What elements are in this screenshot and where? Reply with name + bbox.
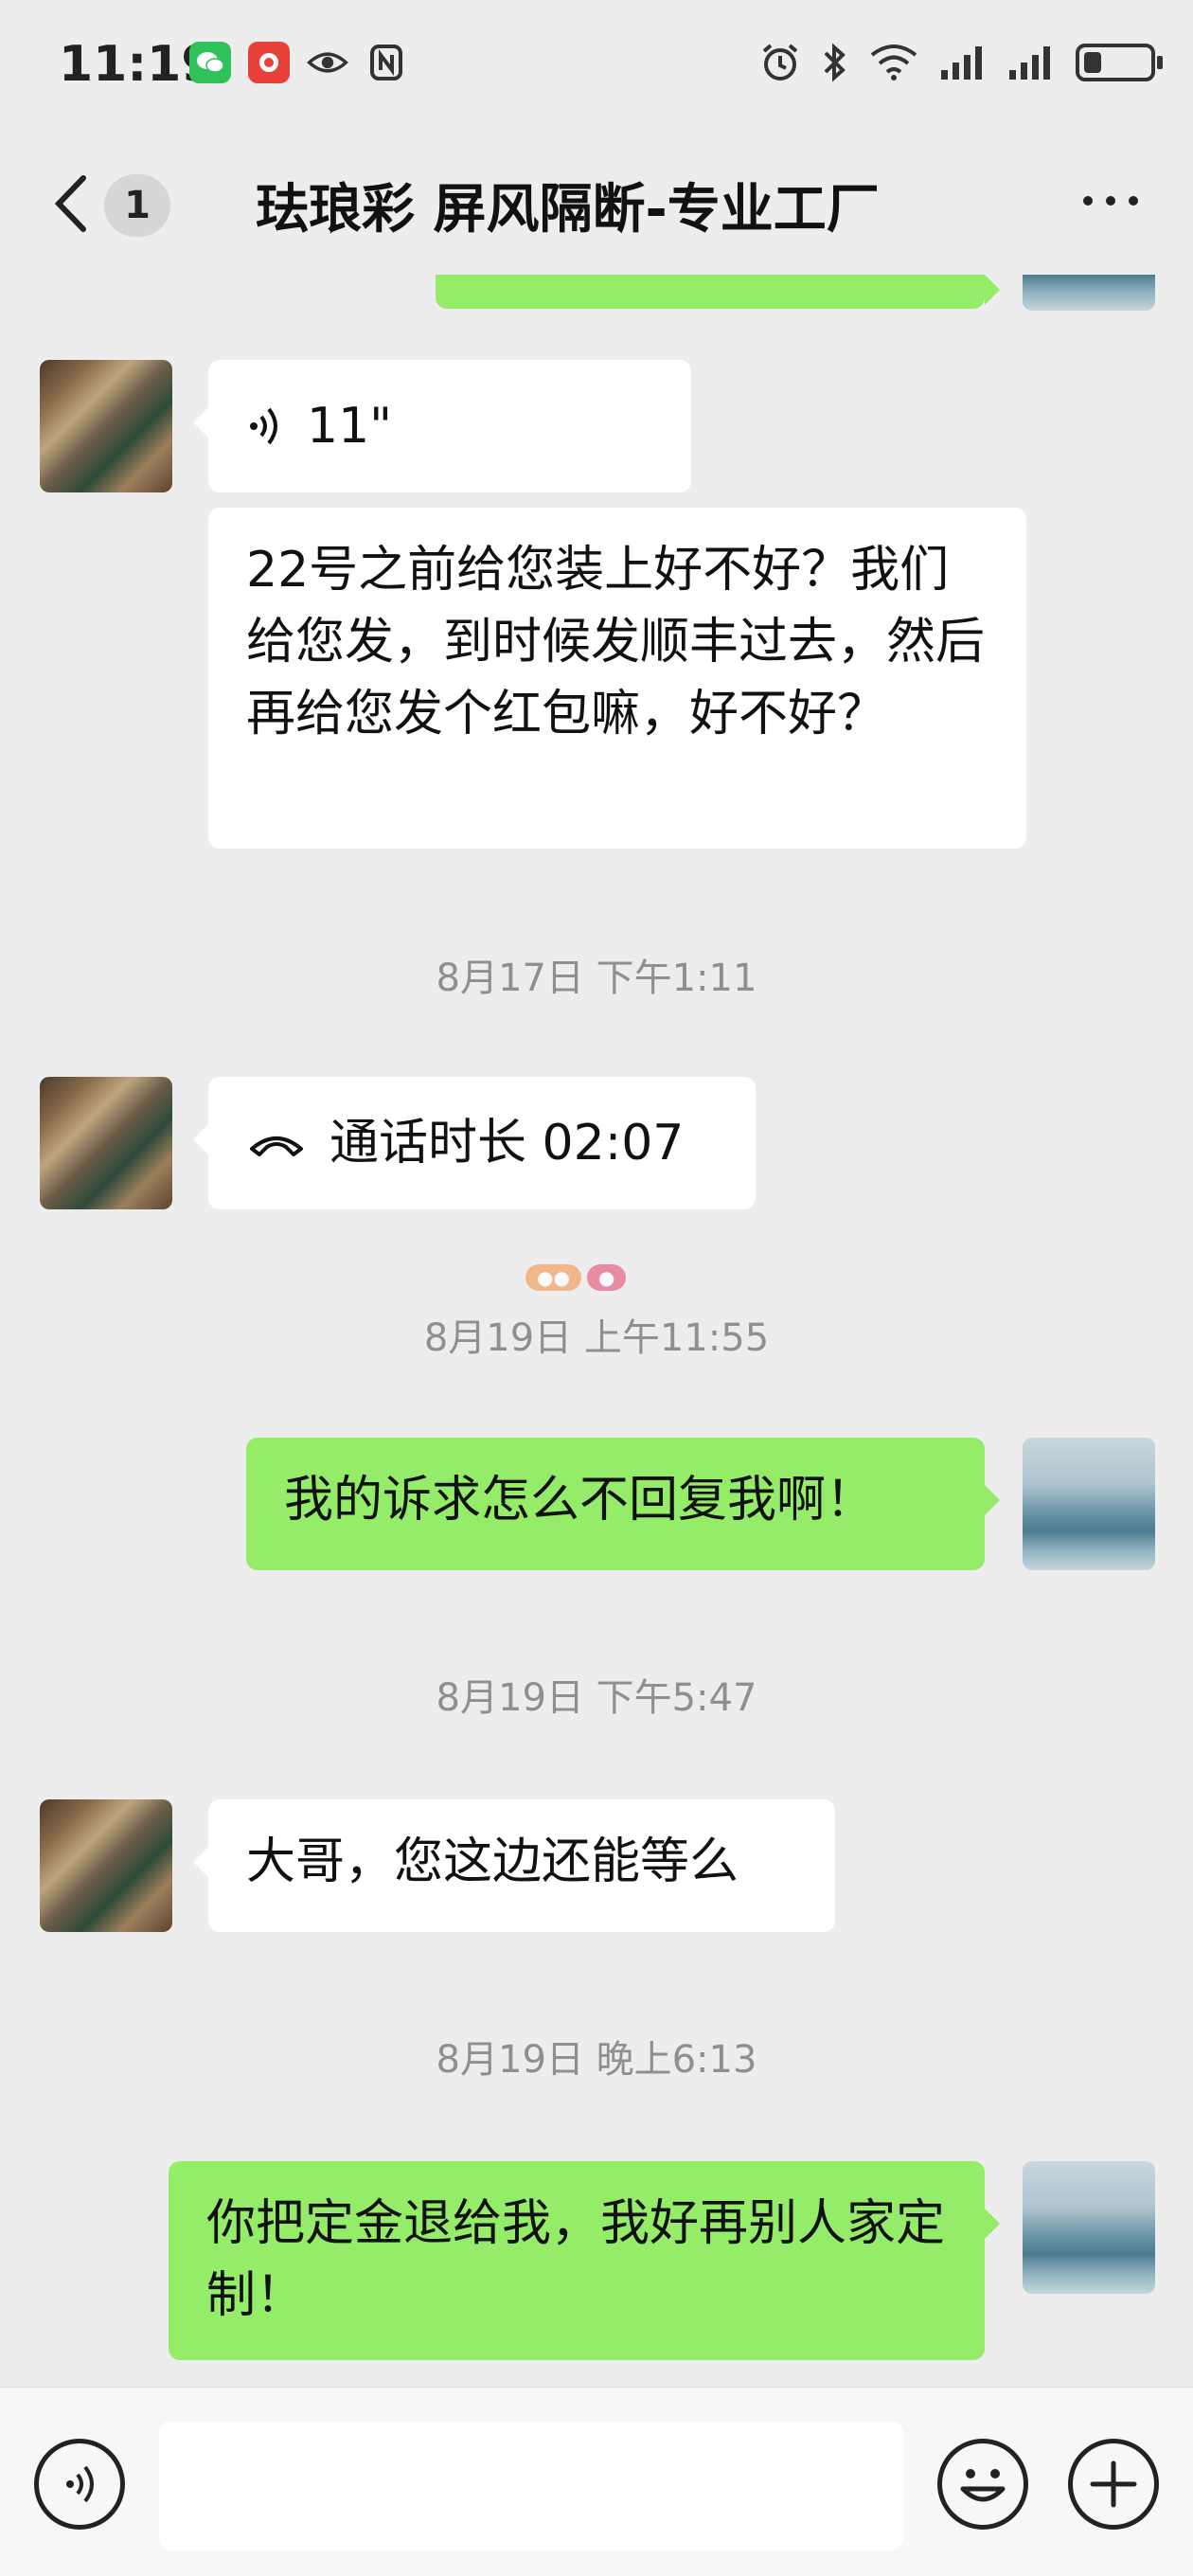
- plus-icon: [1090, 2460, 1137, 2508]
- status-icons-right: [759, 42, 1163, 83]
- message-bubble-incoming[interactable]: 22号之前给您装上好不好？我们给您发，到时候发顺丰过去，然后再给您发个红包嘛，好…: [208, 508, 1026, 849]
- wifi-icon: [870, 45, 917, 80]
- nfc-icon: [365, 42, 407, 83]
- message-text: 大哥，您这边还能等么: [246, 1834, 739, 1890]
- avatar[interactable]: [1023, 2161, 1155, 2294]
- message-input[interactable]: [159, 2422, 903, 2550]
- watermark: ●● ●: [525, 1264, 627, 1291]
- avatar[interactable]: [1023, 1438, 1155, 1570]
- battery-icon: [1076, 44, 1163, 81]
- dot-icon: [1083, 196, 1093, 206]
- more-functions-button[interactable]: [1068, 2439, 1159, 2530]
- timestamp: 8月17日 下午1:11: [436, 957, 757, 1000]
- more-options-button[interactable]: [1083, 182, 1149, 220]
- voice-message-bubble[interactable]: 11": [193, 360, 691, 492]
- chat-header: 1 珐琅彩 屏风隔断-专业工厂: [0, 133, 1193, 275]
- message-bubble-outgoing[interactable]: [436, 275, 1000, 309]
- eye-icon: [307, 42, 348, 83]
- unread-count-badge[interactable]: 1: [104, 174, 170, 237]
- timestamp: 8月19日 下午5:47: [436, 1676, 757, 1720]
- voice-duration: 11": [307, 398, 393, 455]
- bluetooth-icon: [824, 43, 846, 82]
- status-icons-left: [189, 42, 407, 83]
- timestamp: 8月19日 晚上6:13: [436, 2038, 757, 2082]
- voice-wave-icon: [250, 407, 277, 445]
- watermark-logo: ●●: [525, 1264, 581, 1291]
- avatar[interactable]: [40, 1799, 172, 1932]
- chat-message-list[interactable]: 11" 22号之前给您装上好不好？我们给您发，到时候发顺丰过去，然后再给您发个红…: [0, 275, 1193, 2387]
- watermark-logo: ●: [586, 1264, 627, 1291]
- voice-input-button[interactable]: [34, 2439, 125, 2530]
- avatar[interactable]: [1023, 275, 1155, 311]
- signal-icon: [941, 46, 982, 80]
- chevron-left-icon: [54, 175, 86, 232]
- smiley-icon: [960, 2469, 1006, 2502]
- message-bubble-outgoing[interactable]: 你把定金退给我，我好再别人家定制！: [169, 2161, 1000, 2360]
- chat-title: 珐琅彩 屏风隔断-专业工厂: [256, 179, 880, 241]
- timestamp: 8月19日 上午11:55: [423, 1316, 770, 1360]
- input-bar: [0, 2387, 1193, 2576]
- message-bubble-incoming[interactable]: 大哥，您这边还能等么: [193, 1799, 835, 1932]
- message-text: 你把定金退给我，我好再别人家定制！: [206, 2195, 946, 2324]
- message-text: 我的诉求怎么不回复我啊！: [284, 1472, 876, 1529]
- call-duration-text: 通话时长 02:07: [329, 1115, 685, 1172]
- phone-hangup-icon: [250, 1136, 303, 1156]
- message-text: 22号之前给您装上好不好？我们给您发，到时候发顺丰过去，然后再给您发个红包嘛，好…: [246, 542, 986, 742]
- back-button[interactable]: [45, 170, 102, 237]
- alarm-icon: [762, 44, 798, 80]
- message-bubble-outgoing[interactable]: 我的诉求怎么不回复我啊！: [246, 1438, 1000, 1570]
- status-bar: 11:19: [0, 0, 1193, 133]
- dot-icon: [1106, 196, 1115, 206]
- avatar[interactable]: [40, 360, 172, 492]
- wechat-icon: [189, 42, 231, 83]
- call-record-bubble[interactable]: 通话时长 02:07: [193, 1077, 756, 1209]
- dot-icon: [1129, 196, 1138, 206]
- avatar[interactable]: [40, 1077, 172, 1209]
- signal-icon: [1009, 46, 1050, 80]
- voice-icon: [66, 2465, 94, 2503]
- app-notification-icon: [248, 42, 290, 83]
- emoji-button[interactable]: [937, 2439, 1028, 2530]
